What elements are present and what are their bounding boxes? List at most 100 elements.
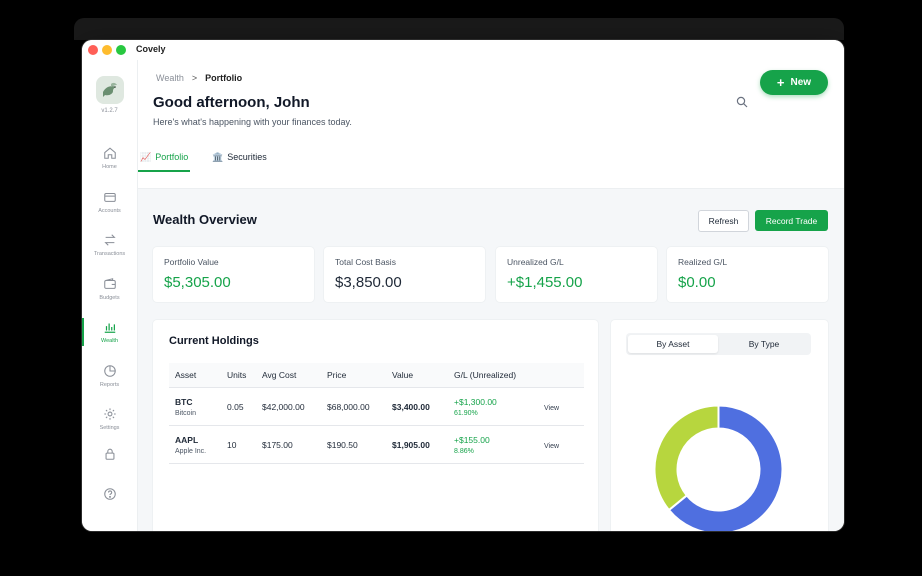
new-button[interactable]: + New (760, 70, 828, 95)
asset-symbol: AAPL (175, 434, 199, 445)
page-title: Good afternoon, John (153, 94, 310, 111)
stat-label: Realized G/L (678, 257, 728, 267)
lock-icon (105, 448, 114, 460)
price-cell: $190.50 (321, 425, 386, 464)
section-title: Wealth Overview (153, 212, 257, 227)
allocation-donut-chart (653, 404, 784, 531)
app-logo (96, 76, 124, 104)
dove-icon (103, 82, 117, 97)
asset-name: Bitcoin (175, 409, 197, 417)
toggle-by-asset[interactable]: By Asset (628, 335, 718, 353)
background-window (74, 18, 844, 40)
holdings-title: Current Holdings (169, 335, 259, 347)
gear-icon (103, 408, 116, 420)
column-header (538, 363, 584, 388)
help-button[interactable] (82, 474, 137, 514)
asset-name: Apple Inc. (175, 447, 207, 455)
stat-label: Portfolio Value (164, 257, 219, 267)
sidebar-item-reports[interactable]: Reports (82, 356, 137, 396)
plus-icon: + (776, 75, 785, 90)
avg-cost-cell: $42,000.00 (256, 387, 321, 426)
bank-emoji-icon: 🏛️ (212, 151, 224, 162)
price-cell: $68,000.00 (321, 387, 386, 426)
asset-symbol: BTC (175, 396, 193, 407)
donut-slice-aapl[interactable] (653, 404, 720, 512)
gl-amount: +$155.00 (454, 434, 490, 445)
page-subtitle: Here's what's happening with your financ… (153, 117, 352, 127)
tab-securities[interactable]: 🏛️ Securities (212, 146, 267, 168)
refresh-button[interactable]: Refresh (698, 210, 749, 232)
tab-label: Portfolio (155, 152, 189, 162)
app-title: Covely (136, 44, 166, 54)
column-header: Avg Cost (256, 363, 321, 388)
allocation-card: By Asset By Type (611, 320, 828, 531)
stat-label: Unrealized G/L (507, 257, 564, 267)
value-cell: $3,400.00 (386, 387, 448, 426)
breadcrumb-parent[interactable]: Wealth (156, 73, 184, 83)
tab-portfolio[interactable]: 📈 Portfolio (137, 146, 191, 172)
tab-label: Securities (227, 152, 267, 162)
main-content: Wealth > Portfolio Good afternoon, John … (137, 60, 844, 531)
sidebar-item-accounts[interactable]: Accounts (82, 182, 137, 222)
view-link[interactable]: View (544, 443, 559, 450)
search-icon[interactable] (736, 96, 748, 108)
record-trade-button[interactable]: Record Trade (755, 210, 828, 231)
help-icon (103, 488, 116, 500)
close-window-button[interactable] (88, 45, 98, 55)
sidebar-item-label: Home (102, 164, 117, 170)
units-cell: 10 (221, 425, 256, 464)
stat-value: $0.00 (678, 274, 716, 291)
gl-percent: 61.90% (454, 409, 478, 417)
sidebar-item-label: Reports (99, 382, 120, 388)
gl-percent: 8.86% (454, 447, 474, 455)
column-header: Value (386, 363, 448, 388)
sidebar-item-home[interactable]: Home (82, 138, 137, 178)
app-version: v1.2.7 (101, 108, 118, 114)
stat-value: $5,305.00 (164, 274, 231, 291)
stat-value: +$1,455.00 (507, 274, 583, 291)
value-cell: $1,905.00 (386, 425, 448, 464)
bar-chart-icon (104, 323, 115, 333)
chart-emoji-icon: 📈 (140, 151, 152, 162)
view-link[interactable]: View (544, 405, 559, 412)
sidebar-item-label: Budgets (99, 295, 120, 301)
sidebar-item-transactions[interactable]: Transactions (82, 225, 137, 265)
column-header: Price (321, 363, 386, 388)
avg-cost-cell: $175.00 (256, 425, 321, 464)
table-header-row: Asset Units Avg Cost Price Value G/L (Un… (169, 363, 584, 388)
sidebar-item-label: Wealth (100, 338, 119, 344)
stat-label: Total Cost Basis (335, 257, 396, 267)
arrows-icon (103, 234, 116, 246)
zoom-window-button[interactable] (116, 45, 126, 55)
stat-card-portfolio-value: Portfolio Value $5,305.00 (153, 247, 314, 302)
stat-value: $3,850.00 (335, 274, 402, 291)
title-bar: Covely (82, 40, 844, 60)
app-window: Covely v1.2.7 Home Accounts Transactions… (82, 40, 844, 531)
sidebar-item-budgets[interactable]: Budgets (82, 269, 137, 309)
lock-button[interactable] (82, 434, 137, 474)
column-header: G/L (Unrealized) (448, 363, 538, 388)
column-header: Units (221, 363, 256, 388)
new-button-label: New (790, 77, 812, 88)
stat-card-unrealized: Unrealized G/L +$1,455.00 (496, 247, 657, 302)
sidebar-item-settings[interactable]: Settings (82, 399, 137, 439)
card-icon (103, 192, 116, 202)
table-row[interactable]: AAPL Apple Inc. 10 $175.00 $190.50 $1,905… (169, 425, 584, 464)
holdings-card: Current Holdings Asset Units Avg Cost Pr… (153, 320, 598, 531)
breadcrumb-current: Portfolio (205, 73, 243, 83)
column-header: Asset (169, 363, 221, 388)
sidebar-item-label: Transactions (93, 251, 126, 257)
sidebar-item-label: Settings (99, 425, 120, 431)
page-header: Wealth > Portfolio Good afternoon, John … (137, 60, 844, 189)
allocation-toggle: By Asset By Type (626, 333, 811, 355)
breadcrumb-separator: > (191, 73, 198, 83)
stat-card-cost-basis: Total Cost Basis $3,850.00 (324, 247, 485, 302)
wallet-icon (103, 278, 116, 289)
minimize-window-button[interactable] (102, 45, 112, 55)
holdings-table: Asset Units Avg Cost Price Value G/L (Un… (169, 363, 584, 464)
sidebar: v1.2.7 Home Accounts Transactions Budget… (82, 60, 138, 531)
toggle-by-type[interactable]: By Type (719, 335, 809, 353)
stat-card-realized: Realized G/L $0.00 (667, 247, 828, 302)
table-row[interactable]: BTC Bitcoin 0.05 $42,000.00 $68,000.00 $3… (169, 387, 584, 426)
sidebar-item-wealth[interactable]: Wealth (82, 312, 137, 352)
